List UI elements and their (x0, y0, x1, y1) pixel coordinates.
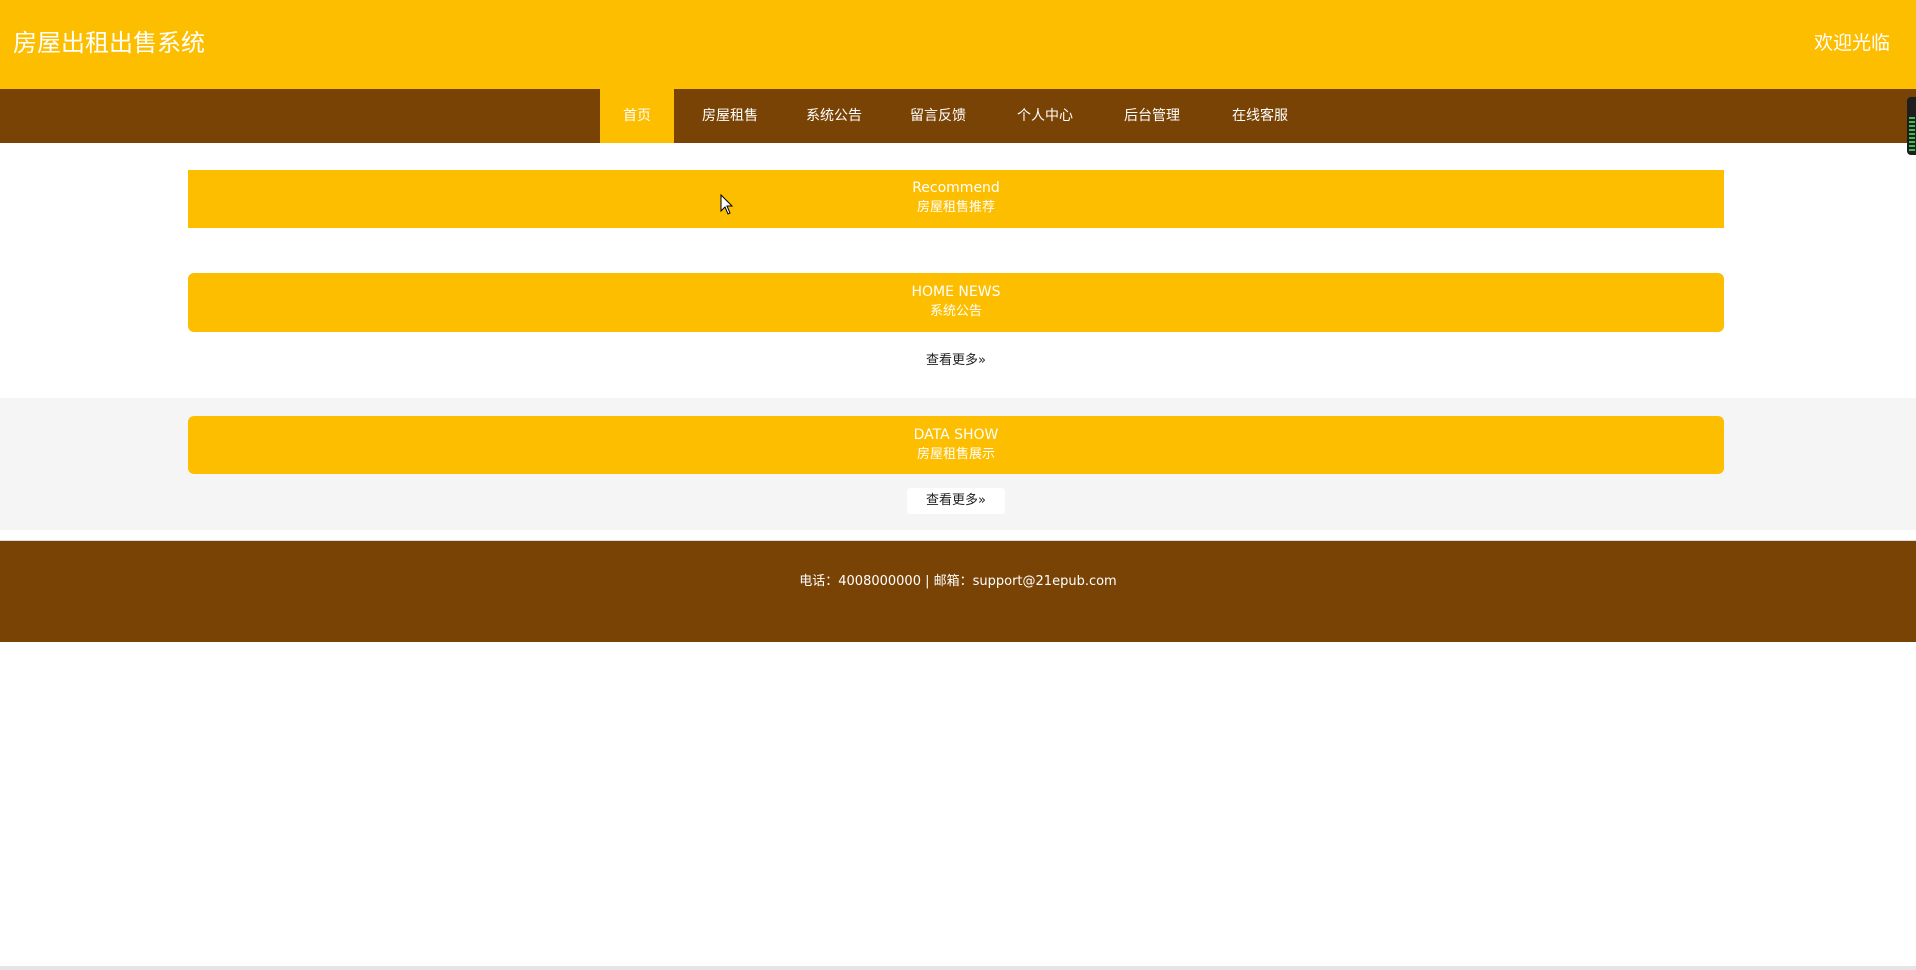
nav-item-home[interactable]: 首页 (600, 89, 674, 143)
nav-item-house-rental[interactable]: 房屋租售 (690, 89, 770, 143)
news-title-en: HOME NEWS (911, 284, 1001, 300)
scroll-indicator-bars (1909, 117, 1915, 153)
site-header: 房屋出租出售系统 欢迎光临 (0, 0, 1916, 89)
recommend-banner: Recommend 房屋租售推荐 (188, 170, 1724, 228)
main-nav: 首页 房屋租售 系统公告 留言反馈 个人中心 后台管理 在线客服 (0, 89, 1916, 143)
recommend-title-zh: 房屋租售推荐 (916, 200, 995, 215)
site-footer: 电话：4008000000 | 邮箱：support@21epub.com (0, 540, 1916, 642)
news-banner: HOME NEWS 系统公告 (188, 273, 1724, 332)
data-show-banner: DATA SHOW 房屋租售展示 (188, 416, 1724, 474)
scroll-indicator[interactable] (1907, 97, 1916, 155)
news-title-zh: 系统公告 (929, 304, 982, 319)
nav-item-announcements[interactable]: 系统公告 (794, 89, 874, 143)
welcome-text: 欢迎光临 (1813, 32, 1890, 54)
data-show-more-button[interactable]: 查看更多» (907, 488, 1005, 514)
bottom-divider (0, 966, 1916, 970)
news-more-link[interactable]: 查看更多» (906, 348, 1006, 374)
mouse-cursor-icon (720, 194, 734, 215)
footer-contact: 电话：4008000000 | 邮箱：support@21epub.com (799, 574, 1117, 589)
recommend-title-en: Recommend (912, 180, 1000, 196)
data-show-title-zh: 房屋租售展示 (916, 447, 995, 462)
nav-item-personal-center[interactable]: 个人中心 (1005, 89, 1085, 143)
site-title: 房屋出租出售系统 (13, 29, 205, 57)
data-show-title-en: DATA SHOW (913, 427, 999, 443)
nav-item-online-service[interactable]: 在线客服 (1220, 89, 1300, 143)
nav-item-feedback[interactable]: 留言反馈 (898, 89, 978, 143)
nav-item-admin[interactable]: 后台管理 (1112, 89, 1192, 143)
